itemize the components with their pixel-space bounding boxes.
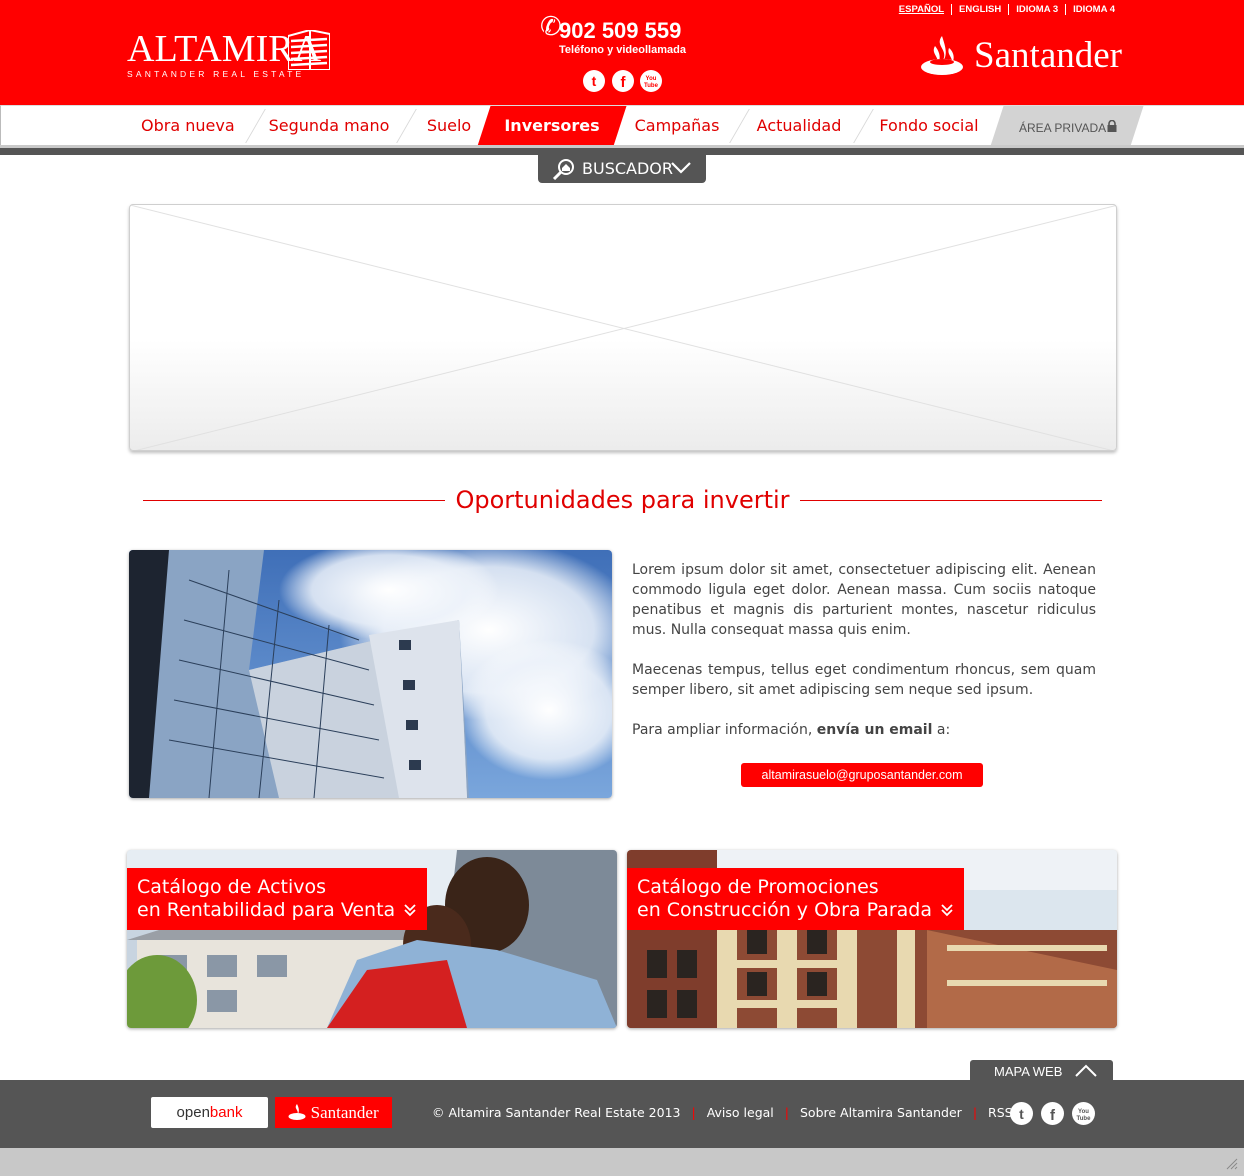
nav-separator — [245, 109, 266, 143]
catalog-card-line1: Catálogo de Activos — [137, 876, 327, 898]
svg-text:Tube: Tube — [644, 83, 659, 89]
altamira-building-icon — [288, 30, 330, 70]
santander-footer-logo[interactable]: Santander — [275, 1097, 392, 1128]
info-paragraph-2: Maecenas tempus, tellus eget condimentum… — [632, 662, 1096, 698]
footer-separator: | — [972, 1105, 978, 1120]
footer-separator: | — [784, 1105, 789, 1120]
private-area-label: ÁREA PRIVADA — [1019, 121, 1107, 135]
double-chevron-down-icon — [404, 904, 416, 917]
language-selector: ESPAÑOL ENGLISH IDIOMA 3 IDIOMA 4 — [892, 4, 1122, 15]
lang-idioma-3[interactable]: IDIOMA 3 — [1008, 4, 1065, 15]
twitter-icon[interactable]: t — [583, 70, 605, 92]
private-area-button[interactable]: ÁREA PRIVADA — [990, 106, 1144, 146]
sitemap-toggle-button[interactable]: MAPA WEB — [970, 1060, 1113, 1081]
footer-link-sobre-altamira[interactable]: Sobre Altamira Santander — [800, 1105, 962, 1120]
search-toggle-button[interactable]: BUSCADOR — [538, 155, 706, 183]
contact-prefix: Para ampliar información, — [632, 722, 817, 738]
info-paragraph-1: Lorem ipsum dolor sit amet, consectetuer… — [632, 562, 1096, 638]
footer-link-aviso-legal[interactable]: Aviso legal — [707, 1105, 774, 1120]
nav-item-inversores[interactable]: Inversores — [501, 106, 603, 146]
search-toggle-label: BUSCADOR — [582, 159, 673, 178]
catalog-card-line1: Catálogo de Promociones — [637, 876, 879, 898]
svg-text:f: f — [621, 74, 627, 91]
nav-item-actualidad[interactable]: Actualidad — [753, 106, 845, 146]
catalog-card-line2-text: en Construcción y Obra Parada — [637, 899, 932, 921]
openbank-logo-b: bank — [209, 1104, 243, 1121]
svg-text:You: You — [1078, 1109, 1089, 1115]
site-header: ALTAMIRA SANTANDER REAL ESTATE ✆ 902 509… — [0, 0, 1244, 105]
santander-flame-icon — [288, 1104, 306, 1120]
catalog-card-label: Catálogo de Activos en Rentabilidad para… — [127, 868, 428, 930]
image-placeholder-icon — [130, 205, 1116, 450]
nav-bottom-bar — [0, 145, 1244, 155]
nav-item-segunda-mano[interactable]: Segunda mano — [268, 106, 390, 146]
catalog-card-promociones[interactable]: Catálogo de Promociones en Construcción … — [627, 850, 1117, 1028]
nav-separator — [853, 109, 874, 143]
santander-logo[interactable]: Santander — [920, 34, 1122, 78]
double-chevron-down-icon — [941, 904, 953, 917]
footer-link-rss[interactable]: RSS — [988, 1105, 1013, 1120]
openbank-logo-a: open — [176, 1104, 210, 1121]
chevron-down-icon — [671, 162, 691, 174]
facebook-icon[interactable]: f — [1041, 1102, 1064, 1125]
santander-footer-word: Santander — [310, 1103, 379, 1122]
building-illustration — [129, 550, 612, 798]
copyright-text: © Altamira Santander Real Estate 2013 — [432, 1105, 681, 1120]
openbank-logo[interactable]: openbank — [151, 1097, 268, 1128]
lang-espanol[interactable]: ESPAÑOL — [892, 4, 951, 15]
facebook-icon[interactable]: f — [612, 70, 634, 92]
youtube-icon[interactable]: You Tube — [1072, 1102, 1095, 1125]
nav-item-obra-nueva[interactable]: Obra nueva — [141, 106, 235, 146]
window-bottom-bar — [0, 1148, 1244, 1176]
youtube-icon[interactable]: You Tube — [640, 70, 662, 92]
footer-links: © Altamira Santander Real Estate 2013 | Av… — [432, 1103, 1013, 1123]
phone-number: 902 509 559 — [559, 18, 682, 43]
svg-text:t: t — [1019, 1106, 1024, 1122]
phone-caption: Teléfono y videollamada — [559, 44, 686, 56]
contact-bold: envía un email — [816, 722, 933, 738]
svg-text:t: t — [592, 73, 597, 89]
catalog-card-label: Catálogo de Promociones en Construcción … — [627, 868, 965, 930]
altamira-logo-subtitle: SANTANDER REAL ESTATE — [127, 69, 305, 79]
nav-separator — [729, 109, 750, 143]
catalog-card-line2: en Rentabilidad para Venta — [137, 899, 417, 922]
catalog-card-line2-text: en Rentabilidad para Venta — [137, 899, 396, 921]
nav-separator — [396, 109, 417, 143]
lang-english[interactable]: ENGLISH — [951, 4, 1008, 15]
catalog-card-rentabilidad[interactable]: Catálogo de Activos en Rentabilidad para… — [127, 850, 617, 1028]
contact-line: Para ampliar información, envía un email… — [632, 720, 1096, 740]
nav-item-campanas[interactable]: Campañas — [631, 106, 723, 146]
svg-text:f: f — [1050, 1107, 1056, 1124]
footer-separator: | — [691, 1105, 696, 1120]
contact-suffix: a: — [932, 722, 951, 738]
twitter-icon[interactable]: t — [1010, 1102, 1033, 1125]
resize-grip-icon[interactable] — [1226, 1158, 1238, 1170]
santander-flame-icon — [921, 36, 964, 75]
section-title-text: Oportunidades para invertir — [445, 486, 800, 514]
lang-idioma-4[interactable]: IDIOMA 4 — [1065, 4, 1122, 15]
hero-banner-placeholder — [129, 204, 1117, 451]
email-button[interactable]: altamirasuelo@gruposantander.com — [741, 763, 983, 787]
info-text-block: Lorem ipsum dolor sit amet, consectetuer… — [632, 560, 1096, 760]
search-home-icon — [552, 159, 574, 180]
nav-item-fondo-social[interactable]: Fondo social — [877, 106, 981, 146]
nav-item-suelo[interactable]: Suelo — [421, 106, 477, 146]
svg-text:You: You — [646, 76, 657, 82]
lock-icon — [1107, 120, 1117, 132]
svg-text:Tube: Tube — [1077, 1116, 1092, 1122]
section-heading: Oportunidades para invertir — [143, 484, 1102, 516]
building-photo — [129, 550, 612, 798]
santander-logo-word: Santander — [974, 35, 1122, 76]
main-nav: Obra nueva Segunda mano Suelo Inversores… — [0, 105, 1244, 146]
catalog-card-line2: en Construcción y Obra Parada — [637, 899, 954, 922]
chevron-up-icon — [1075, 1064, 1097, 1077]
section-title: Oportunidades para invertir — [143, 484, 1102, 516]
